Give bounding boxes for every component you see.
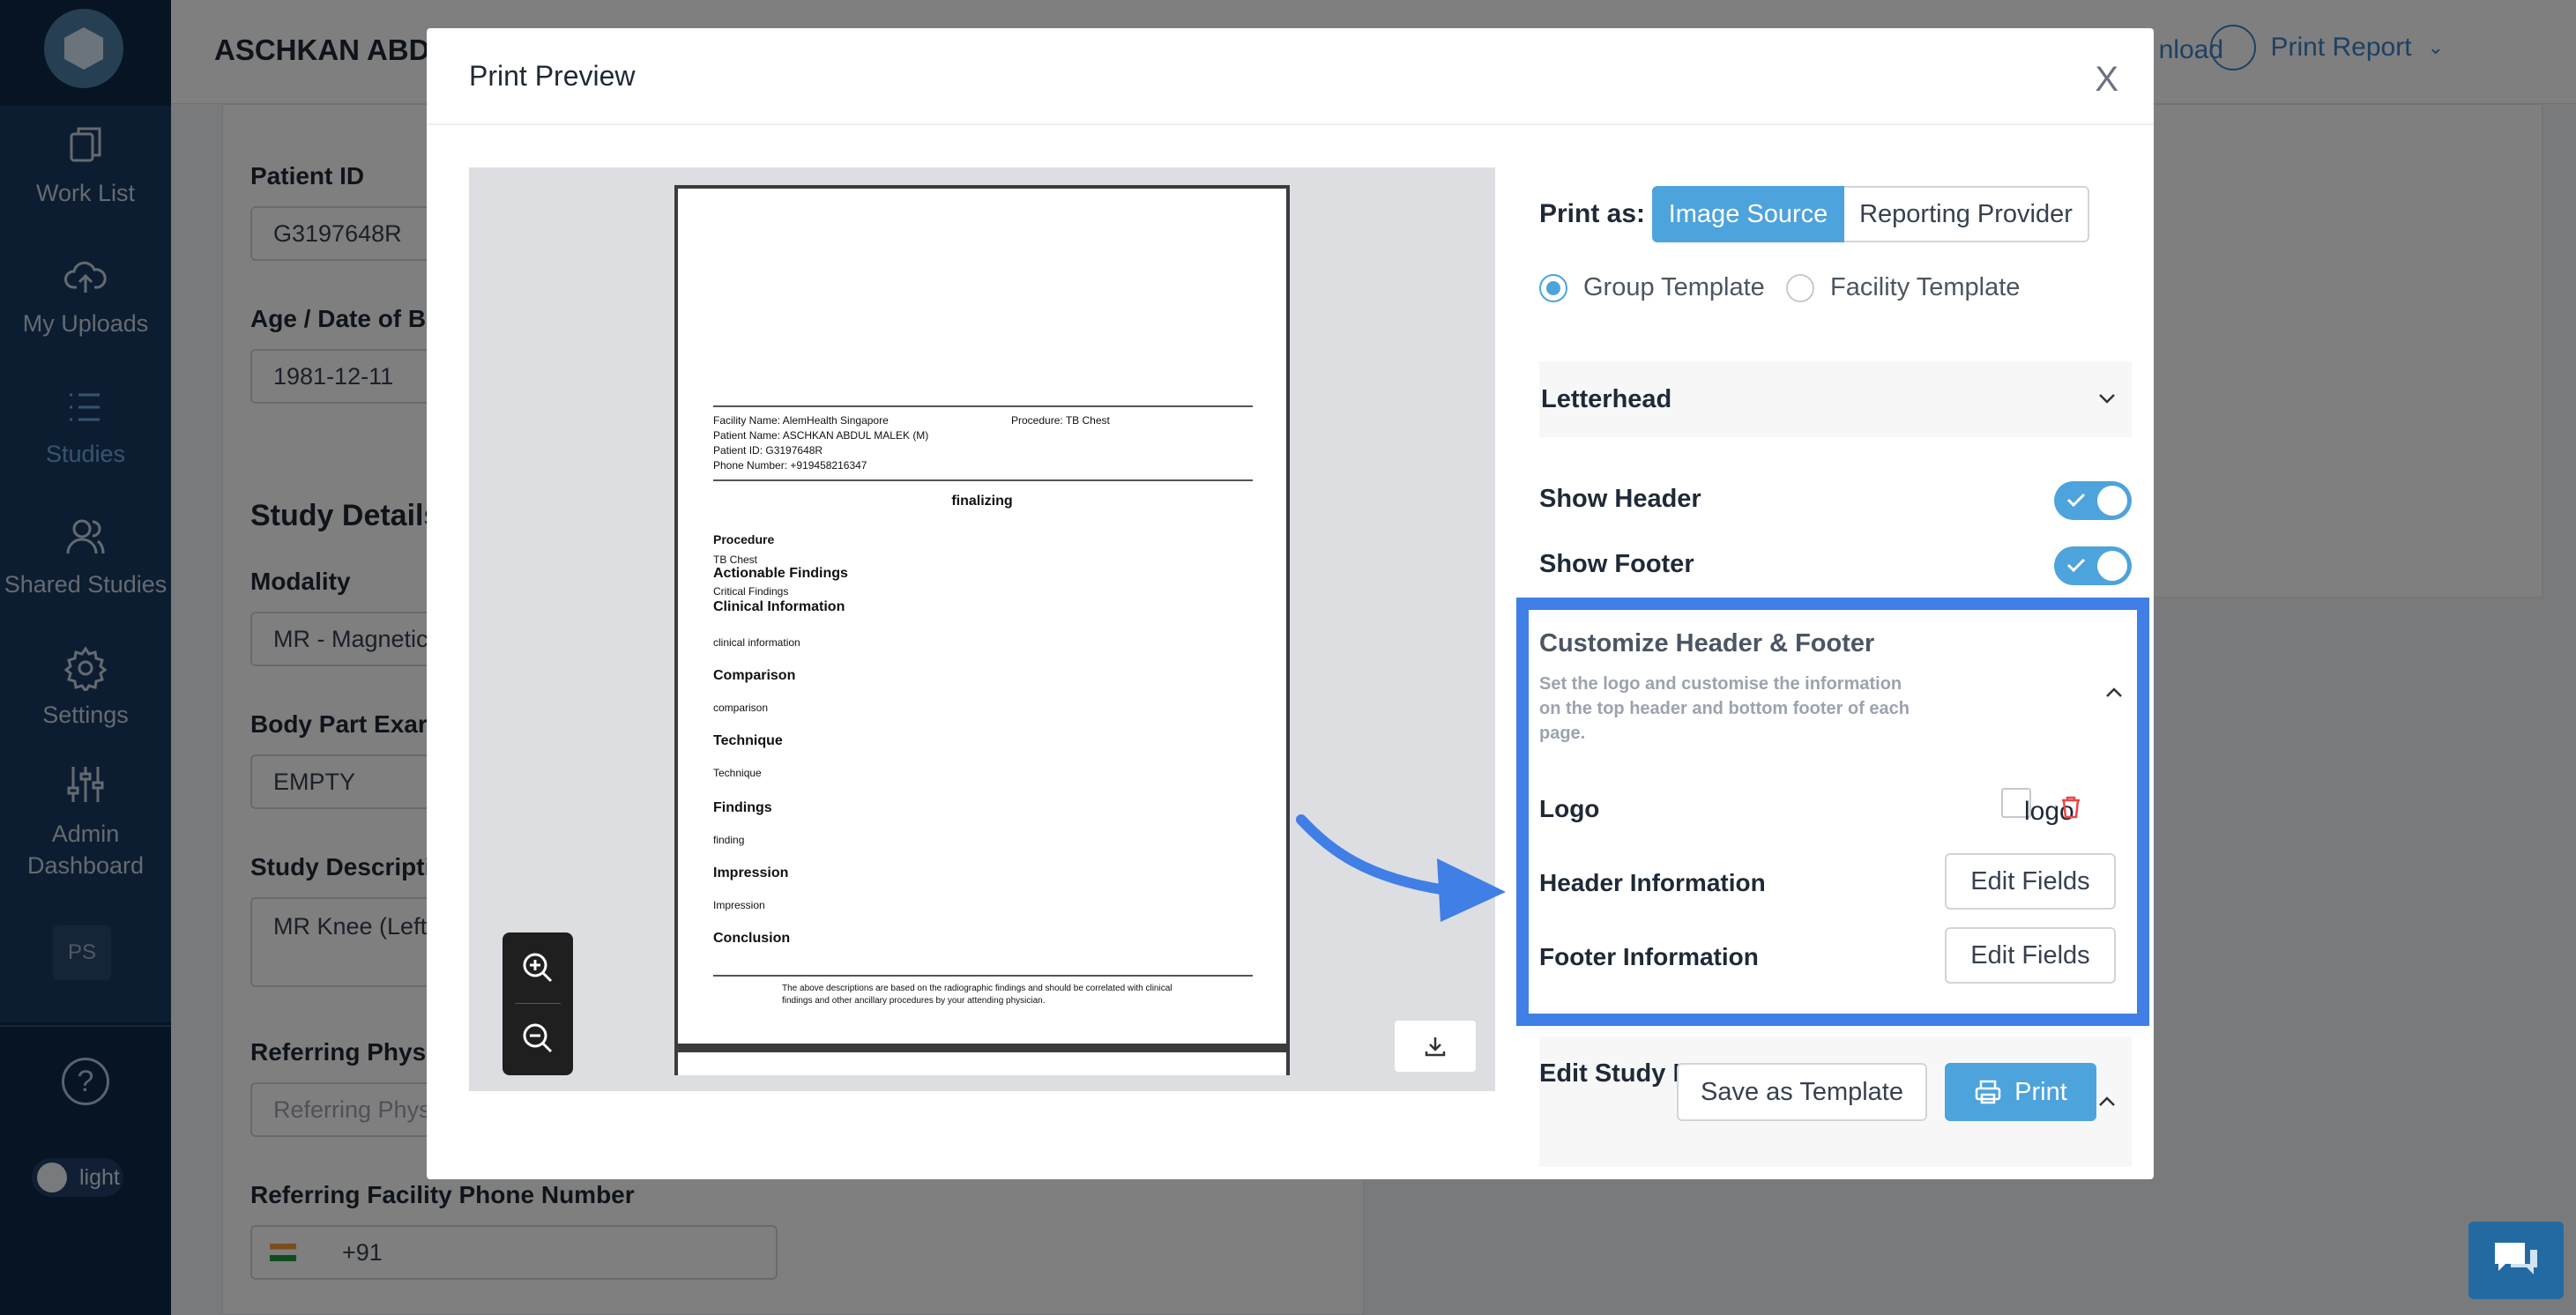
customize-title: Customize Header & Footer <box>1539 629 1875 658</box>
print-label: Print <box>2014 1077 2067 1106</box>
report-section-text: Critical Findings <box>713 585 789 598</box>
customize-subtitle: Set the logo and customise the informati… <box>1539 674 1910 743</box>
report-footer-text: The above descriptions are based on the … <box>782 984 1173 993</box>
check-icon <box>2066 558 2086 573</box>
report-section-heading: Procedure <box>713 532 775 546</box>
report-section-heading: Actionable Findings <box>713 566 848 581</box>
report-page: Facility Name: AlemHealth Singapore Proc… <box>674 185 1290 1075</box>
report-section-text: TB Chest <box>713 553 758 566</box>
chat-button[interactable] <box>2468 1222 2564 1299</box>
report-section-heading: Conclusion <box>713 931 791 946</box>
report-section-text: clinical information <box>713 636 800 649</box>
radio-selected-icon <box>1539 273 1567 302</box>
group-template-radio[interactable]: Group Template <box>1539 273 1765 302</box>
page-header-rule-2 <box>713 479 1253 481</box>
header-information-label: Header Information <box>1539 869 1766 896</box>
footer-information-label: Footer Information <box>1539 943 1759 970</box>
download-preview-button[interactable] <box>1395 1021 1476 1072</box>
toggle-knob <box>2097 486 2127 516</box>
report-section-heading: Impression <box>713 866 789 880</box>
show-header-toggle[interactable] <box>2054 481 2132 520</box>
edit-footer-fields-button[interactable]: Edit Fields <box>1945 927 2116 984</box>
radio-label: Facility Template <box>1830 273 2021 301</box>
trash-icon[interactable] <box>2059 795 2082 820</box>
report-procedure-header: Procedure: TB Chest <box>1011 414 1110 427</box>
report-preview: Facility Name: AlemHealth Singapore Proc… <box>469 167 1495 1091</box>
modal-title: Print Preview <box>469 60 636 92</box>
print-preview-modal: Print Preview X Facility Name: AlemHealt… <box>427 28 2154 1179</box>
chevron-up-icon[interactable] <box>2102 680 2126 705</box>
close-icon[interactable]: X <box>2095 62 2118 97</box>
edit-header-fields-button[interactable]: Edit Fields <box>1945 853 2116 910</box>
show-header-label: Show Header <box>1539 485 1701 513</box>
show-footer-toggle[interactable] <box>2054 546 2132 585</box>
report-phone: Phone Number: +919458216347 <box>713 459 867 472</box>
chevron-up-icon <box>2099 1096 2115 1106</box>
facility-template-radio[interactable]: Facility Template <box>1786 273 2020 302</box>
zoom-out-icon[interactable] <box>520 1021 555 1056</box>
report-facility: Facility Name: AlemHealth Singapore <box>713 414 889 427</box>
letterhead-label: Letterhead <box>1541 384 1672 413</box>
printer-icon <box>1975 1080 2001 1104</box>
save-as-template-button[interactable]: Save as Template <box>1677 1063 1927 1121</box>
zoom-separator <box>515 1003 561 1004</box>
print-as-image-source-button[interactable]: Image Source <box>1652 186 1844 242</box>
page-header-rule <box>713 405 1253 407</box>
toggle-knob <box>2097 551 2127 581</box>
radio-label: Group Template <box>1583 273 1765 301</box>
annotation-arrow-icon <box>1296 814 1506 922</box>
download-icon <box>1425 1037 1446 1057</box>
zoom-in-icon[interactable] <box>520 950 555 985</box>
report-section-text: comparison <box>713 702 769 714</box>
print-button[interactable]: Print <box>1945 1063 2096 1121</box>
show-footer-label: Show Footer <box>1539 550 1694 578</box>
check-icon <box>2066 493 2086 508</box>
report-status: finalizing <box>951 494 1013 509</box>
report-section-heading: Comparison <box>713 668 796 683</box>
print-as-reporting-provider-button[interactable]: Reporting Provider <box>1844 186 2089 242</box>
radio-unselected-icon <box>1786 273 1814 302</box>
report-section-heading: Technique <box>713 733 783 748</box>
letterhead-accordion[interactable]: Letterhead <box>1539 361 2132 437</box>
chevron-down-icon <box>2099 394 2115 404</box>
report-section-text: Impression <box>713 899 765 911</box>
zoom-controls <box>503 932 573 1075</box>
report-patient-name: Patient Name: ASCHKAN ABDUL MALEK (M) <box>713 429 929 442</box>
logo-label: Logo <box>1539 795 1600 822</box>
report-section-text: Technique <box>713 767 762 779</box>
report-page-content: Facility Name: AlemHealth Singapore Proc… <box>678 189 1286 1052</box>
print-as-label: Print as: <box>1539 199 1646 228</box>
print-as-selector: Image Source Reporting Provider <box>1652 186 2089 242</box>
customize-header-footer-panel: Customize Header & Footer Set the logo a… <box>1516 598 2149 1026</box>
chat-icon <box>2495 1243 2537 1274</box>
report-patient-id: Patient ID: G3197648R <box>713 444 823 457</box>
page-footer-rule <box>713 975 1253 977</box>
report-footer-text: findings and other ancillary procedures … <box>782 996 1046 1006</box>
report-section-heading: Findings <box>713 800 772 815</box>
report-section-text: finding <box>713 834 745 846</box>
modal-divider <box>427 123 2154 125</box>
report-section-heading: Clinical Information <box>713 599 845 614</box>
